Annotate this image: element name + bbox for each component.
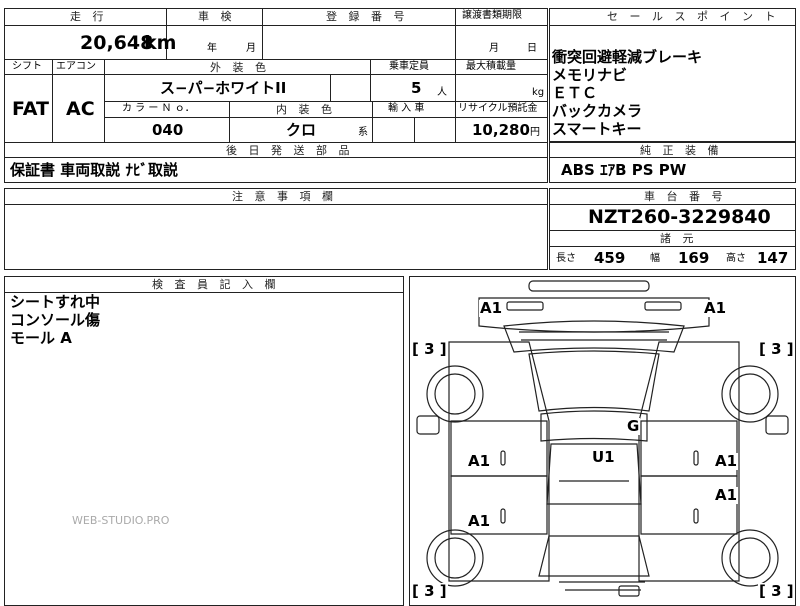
recycle-value: 10,280 bbox=[472, 121, 530, 139]
interior-value: クロ bbox=[286, 121, 317, 139]
mark-left-front-door: A1 bbox=[467, 452, 492, 470]
exterior-header: 外 装 色 bbox=[210, 61, 270, 74]
recycle-header: リサイクル預託金 bbox=[458, 103, 538, 114]
watermark: WEB-STUDIO.PRO bbox=[72, 514, 170, 527]
width-value: 169 bbox=[678, 249, 710, 267]
shift-value: FAT bbox=[12, 98, 49, 120]
transfer-month: 月 bbox=[489, 43, 499, 54]
mark-center: U1 bbox=[591, 448, 616, 466]
mark-bracket-br: [ 3 ] bbox=[758, 582, 795, 600]
mark-front-left: A1 bbox=[479, 299, 504, 317]
inspector-line-1: シートすれ中 bbox=[10, 293, 101, 311]
transfer-day: 日 bbox=[527, 43, 537, 54]
chassis-header: 車 台 番 号 bbox=[644, 190, 727, 203]
shift-header: シフト bbox=[12, 61, 42, 72]
sales-point-1: 衝突回避軽減ブレーキ bbox=[552, 48, 703, 66]
later-parts-header: 後 日 発 送 部 品 bbox=[226, 144, 354, 157]
later-parts-value: 保証書 車両取説 ﾅﾋﾞ取説 bbox=[10, 161, 178, 179]
mark-right-front-door: A1 bbox=[714, 452, 739, 470]
height-label: 高さ bbox=[726, 253, 746, 264]
interior-header: 内 装 色 bbox=[276, 103, 336, 116]
mark-bracket-bl: [ 3 ] bbox=[411, 582, 448, 600]
color-no-header: カ ラ ー Ｎ ｏ． bbox=[122, 103, 195, 114]
capacity-unit: 人 bbox=[437, 87, 447, 98]
car-outline-diagram bbox=[416, 280, 789, 597]
sales-point-3: ＥＴＣ bbox=[552, 84, 598, 102]
color-no-value: 040 bbox=[152, 121, 184, 139]
max-load-header: 最大積載量 bbox=[466, 61, 516, 72]
chassis-value: NZT260-3229840 bbox=[588, 206, 771, 228]
equipment-header: 純 正 装 備 bbox=[640, 144, 723, 157]
exterior-value: ス−パ−ホワイトII bbox=[160, 79, 287, 97]
dimensions-header: 諸 元 bbox=[660, 232, 698, 245]
mark-bracket-tl: [ 3 ] bbox=[411, 340, 448, 358]
inspection-month: 月 bbox=[246, 43, 256, 54]
interior-suffix: 系 bbox=[358, 127, 368, 138]
mark-left-rear-door: A1 bbox=[467, 512, 492, 530]
capacity-value: 5 bbox=[411, 79, 422, 97]
inspection-header: 車 検 bbox=[198, 10, 236, 23]
mark-right-rear-door: A1 bbox=[714, 486, 739, 504]
length-label: 長さ bbox=[556, 253, 576, 264]
equipment-value: ABS ｴｱB PS PW bbox=[561, 161, 687, 179]
import-header: 輸 入 車 bbox=[388, 103, 425, 114]
inspector-line-2: コンソール傷 bbox=[10, 311, 101, 329]
mileage-header: 走 行 bbox=[70, 10, 108, 23]
mark-front-right: A1 bbox=[703, 299, 728, 317]
width-label: 幅 bbox=[650, 253, 660, 264]
notes-header: 注 意 事 項 欄 bbox=[232, 190, 337, 203]
sales-point-4: バックカメラ bbox=[552, 102, 643, 120]
transfer-header: 譲渡書類期限 bbox=[462, 10, 522, 21]
sales-point-header: セ ー ル ス ポ イ ン ト bbox=[607, 10, 780, 23]
inspector-header: 検 査 員 記 入 欄 bbox=[152, 278, 280, 291]
registration-header: 登 録 番 号 bbox=[326, 10, 409, 23]
length-value: 459 bbox=[594, 249, 626, 267]
mark-roof: G bbox=[626, 417, 641, 435]
ac-header: エアコン bbox=[56, 61, 96, 72]
ac-value: AC bbox=[66, 98, 95, 120]
inspector-line-3: モール A bbox=[10, 329, 72, 347]
sales-point-2: メモリナビ bbox=[552, 66, 628, 84]
max-load-unit: kg bbox=[532, 87, 545, 98]
mileage-value: 20,648 bbox=[80, 32, 154, 54]
inspection-year: 年 bbox=[207, 43, 217, 54]
mileage-unit: km bbox=[144, 32, 177, 54]
sales-point-5: スマートキー bbox=[552, 120, 642, 138]
recycle-unit: 円 bbox=[530, 127, 540, 138]
mark-bracket-tr: [ 3 ] bbox=[758, 340, 795, 358]
height-value: 147 bbox=[757, 249, 789, 267]
capacity-header: 乗車定員 bbox=[389, 61, 429, 72]
